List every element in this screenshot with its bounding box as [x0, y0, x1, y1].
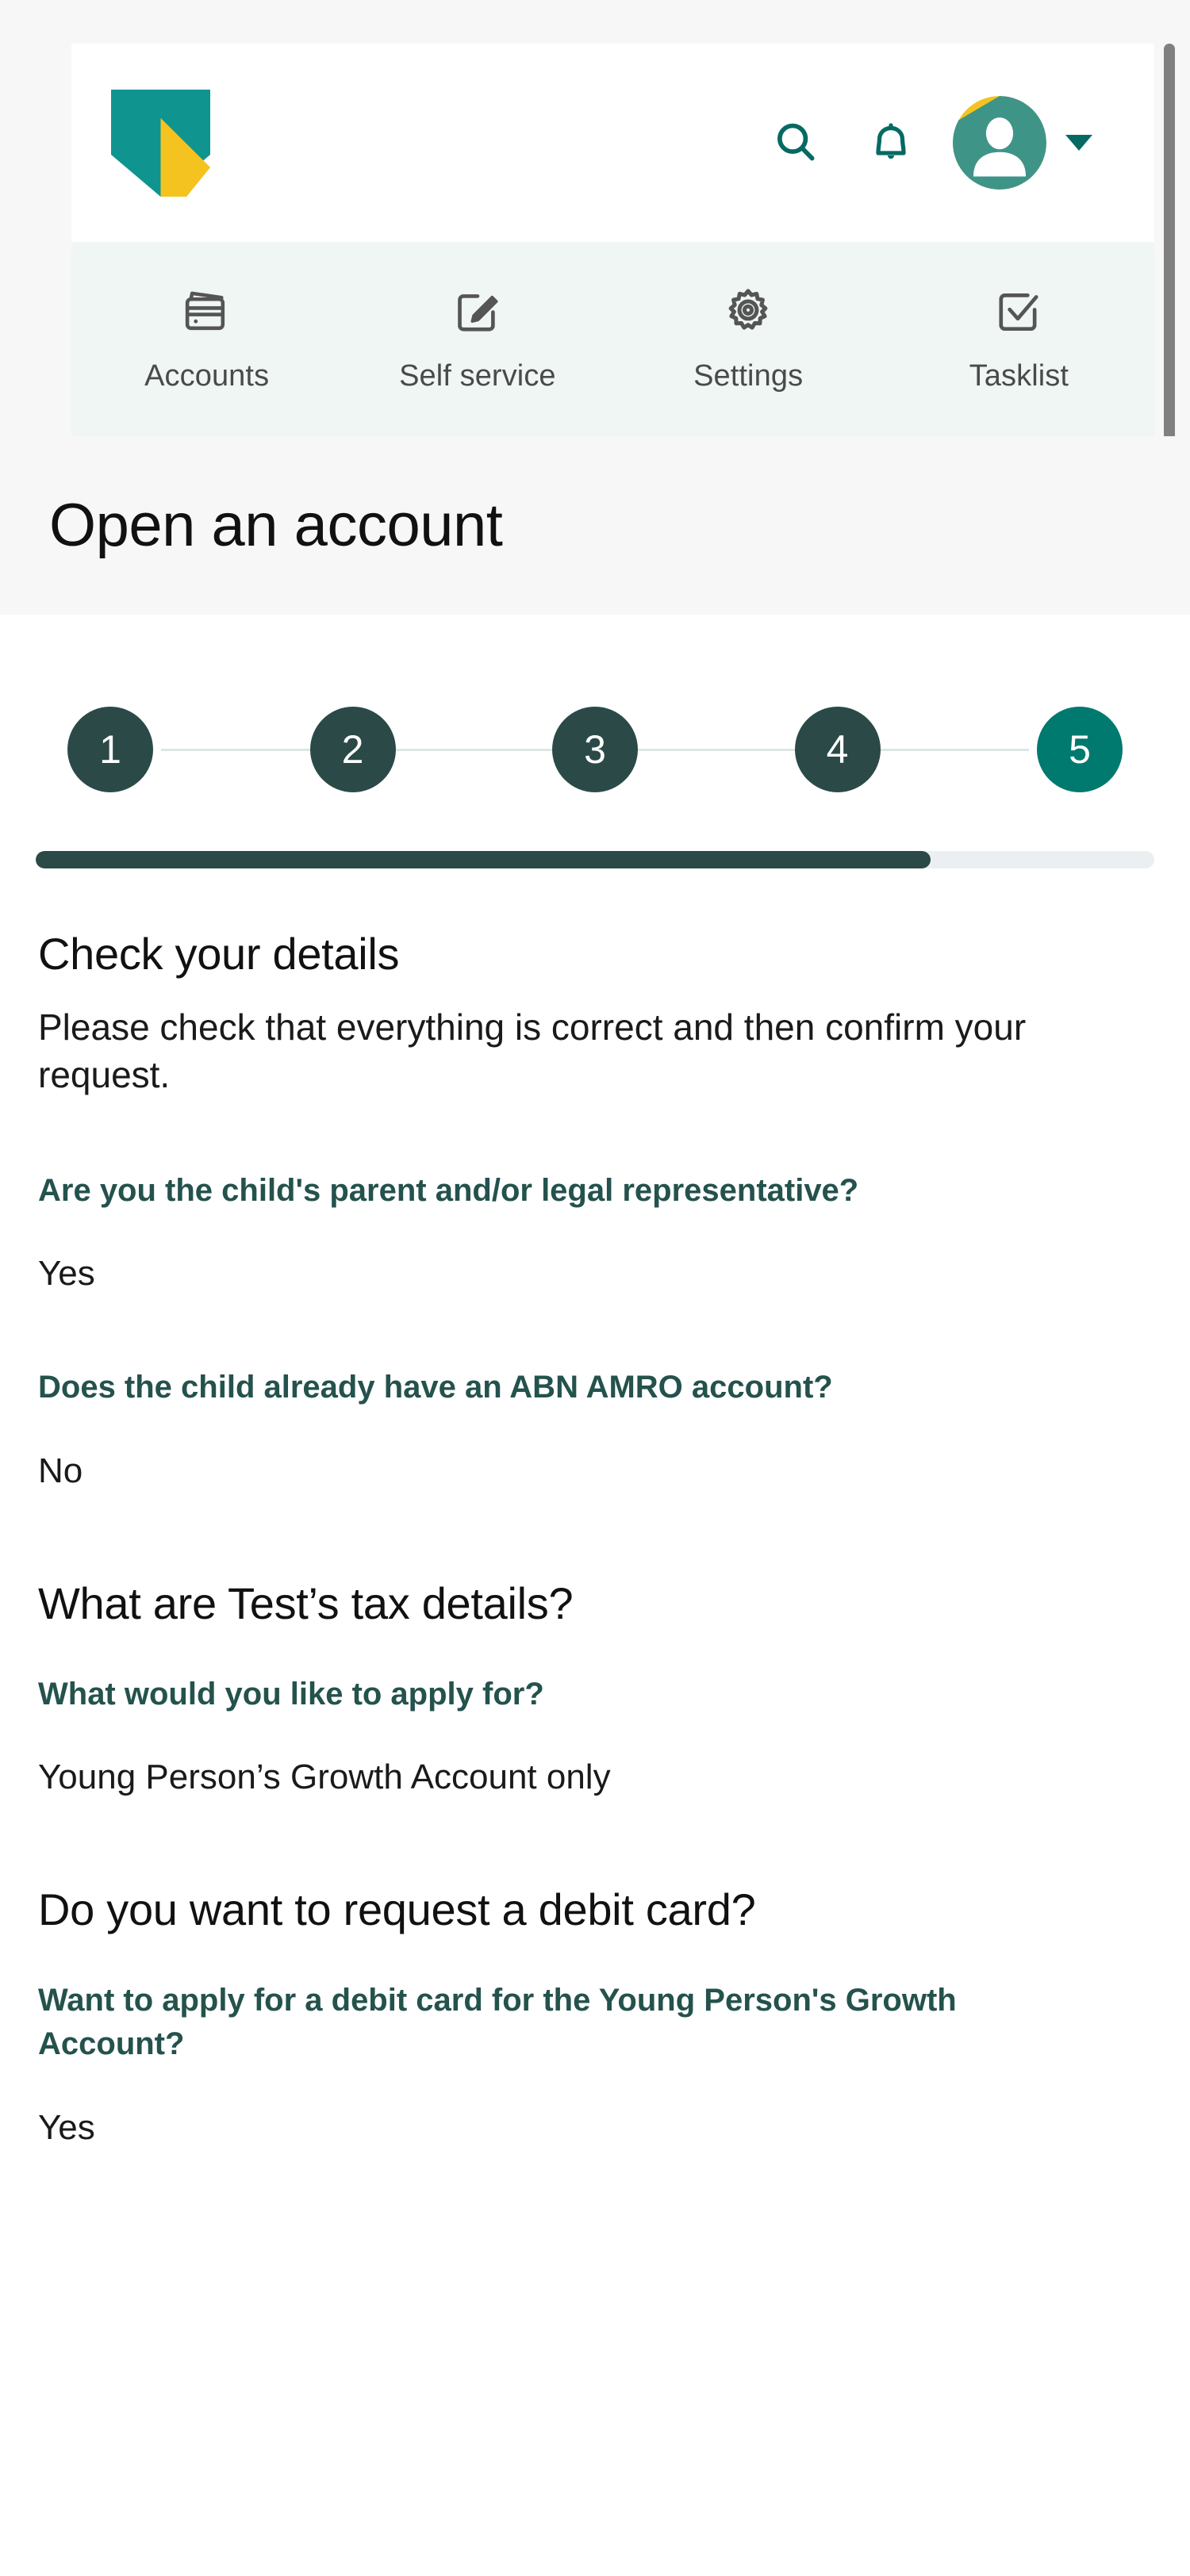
nav-tab-tasklist[interactable]: Tasklist	[884, 242, 1154, 436]
notifications-button[interactable]	[843, 95, 939, 190]
user-avatar[interactable]	[953, 96, 1046, 190]
progress-stepper: 1 2 3 4 5	[67, 702, 1123, 797]
app-header	[71, 44, 1154, 242]
group-heading-debit-card: Do you want to request a debit card?	[38, 1884, 756, 1935]
stepper-step-4[interactable]: 4	[794, 707, 881, 792]
chevron-down-icon	[1065, 135, 1092, 151]
summary-item: Does the child already have an ABN AMRO …	[38, 1366, 1152, 1493]
scrollbar-thumb[interactable]	[1164, 44, 1175, 444]
page-title-band: Open an account	[0, 436, 1190, 615]
summary-item: Want to apply for a debit card for the Y…	[38, 1979, 1152, 2150]
nav-tab-settings[interactable]: Settings	[613, 242, 884, 436]
summary-body: Check your details Please check that eve…	[0, 926, 1190, 2150]
progress-bar	[36, 851, 1154, 868]
summary-item: Are you the child's parent and/or legal …	[38, 1169, 1152, 1296]
progress-bar-fill	[36, 851, 931, 868]
profile-menu-button[interactable]	[1051, 99, 1107, 186]
app-viewport: Accounts Self service Settings Tasklist …	[0, 0, 1190, 2576]
summary-answer: Yes	[38, 2107, 95, 2147]
summary-answer: Yes	[38, 1254, 95, 1294]
nav-tab-label: Self service	[399, 359, 556, 393]
summary-question: Does the child already have an ABN AMRO …	[38, 1370, 833, 1405]
stepper-step-2[interactable]: 2	[309, 707, 396, 792]
stepper-step-5[interactable]: 5	[1037, 707, 1123, 792]
abnamro-shield-logo[interactable]	[111, 90, 210, 197]
summary-answer: No	[38, 1451, 83, 1490]
summary-answer: Young Person’s Growth Account only	[38, 1758, 611, 1797]
wallet-card-icon	[176, 280, 238, 342]
nav-tab-label: Tasklist	[969, 359, 1069, 393]
nav-tab-label: Settings	[693, 359, 804, 393]
checked-box-icon	[988, 280, 1050, 342]
summary-question: Are you the child's parent and/or legal …	[38, 1173, 859, 1209]
stepper-step-3[interactable]: 3	[552, 707, 638, 792]
summary-item: What would you like to apply for? Young …	[38, 1673, 1152, 1800]
stepper-step-1[interactable]: 1	[67, 707, 153, 792]
main-navigation: Accounts Self service Settings Tasklist	[71, 242, 1154, 436]
gear-icon	[717, 280, 779, 342]
summary-question: Want to apply for a debit card for the Y…	[38, 1983, 957, 2062]
nav-tab-self-service[interactable]: Self service	[342, 242, 612, 436]
main-content: 1 2 3 4 5 Check your details Please chec…	[0, 615, 1190, 2576]
summary-question: What would you like to apply for?	[38, 1676, 544, 1712]
section-heading: Check your details	[38, 929, 400, 979]
edit-square-icon	[447, 280, 509, 342]
search-button[interactable]	[748, 95, 843, 190]
section-subheading: Please check that everything is correct …	[38, 1006, 1027, 1096]
page-title: Open an account	[49, 492, 503, 559]
header-actions	[748, 44, 1107, 242]
nav-tab-label: Accounts	[144, 359, 270, 393]
group-heading-tax-details: What are Test’s tax details?	[38, 1577, 574, 1628]
nav-tab-accounts[interactable]: Accounts	[71, 242, 342, 436]
